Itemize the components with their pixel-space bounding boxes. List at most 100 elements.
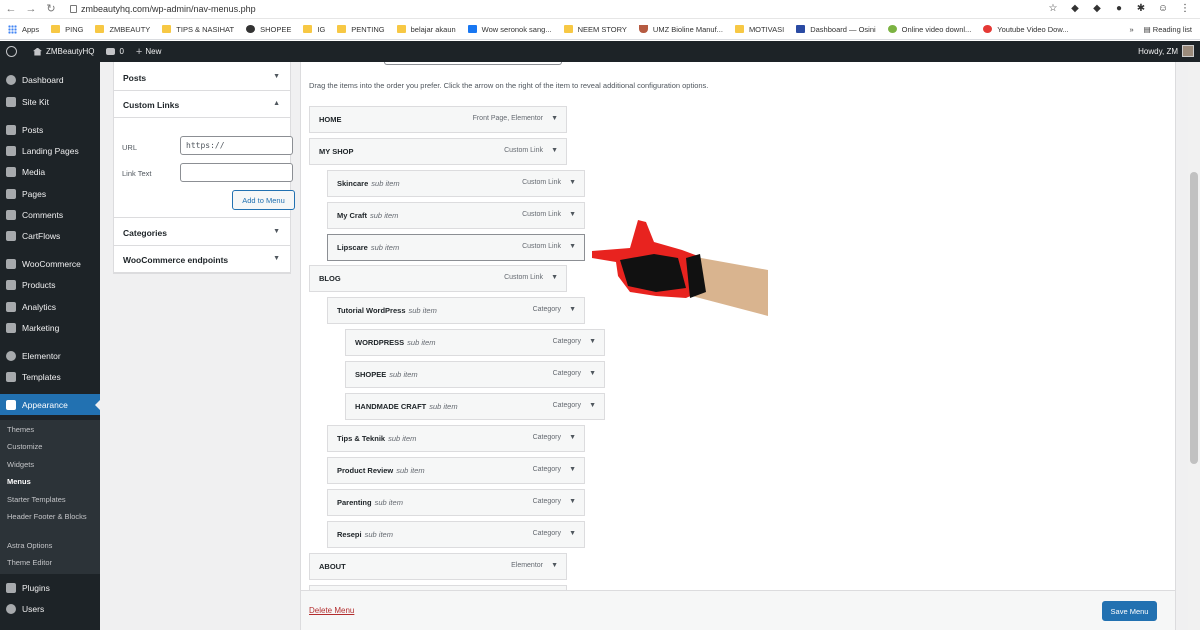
sidebar-item-landing-pages[interactable]: Landing Pages [0, 140, 100, 161]
bookmark-folder[interactable]: IG [303, 25, 325, 34]
puzzle-icon[interactable]: ✱ [1134, 2, 1148, 16]
menu-item-tutorial-wordpress[interactable]: Tutorial WordPress sub item Category ▼ [327, 297, 585, 324]
menu-name-field[interactable] [384, 62, 562, 65]
accordion-custom-links[interactable]: Custom Links ▲ [114, 92, 290, 118]
expand-arrow-icon[interactable]: ▼ [551, 147, 558, 154]
bookmark-folder[interactable]: TIPS & NASIHAT [162, 25, 234, 34]
expand-arrow-icon[interactable]: ▼ [551, 274, 558, 281]
forward-icon[interactable]: → [24, 2, 38, 16]
bookmark-folder[interactable]: belajar akaun [396, 25, 456, 34]
expand-arrow-icon[interactable]: ▼ [569, 498, 576, 505]
sidebar-item-marketing[interactable]: Marketing [0, 317, 100, 338]
save-menu-button[interactable]: Save Menu [1102, 601, 1157, 621]
menu-item-my-shop[interactable]: MY SHOP Custom Link ▼ [309, 138, 567, 165]
menu-item-my-craft[interactable]: My Craft sub item Custom Link ▼ [327, 202, 585, 229]
expand-arrow-icon[interactable]: ▼ [551, 115, 558, 122]
expand-arrow-icon[interactable]: ▼ [569, 179, 576, 186]
kebab-menu-icon[interactable]: ⋮ [1178, 2, 1192, 16]
accordion-posts[interactable]: Posts ▼ [114, 65, 290, 91]
menu-item-shopee[interactable]: SHOPEE sub item Category ▼ [345, 361, 605, 388]
expand-arrow-icon[interactable]: ▼ [589, 370, 596, 377]
menu-item-lipscare[interactable]: Lipscare sub item Custom Link ▼ [327, 234, 585, 261]
facebook-icon[interactable]: ● [1112, 2, 1126, 16]
sidebar-item-plugins[interactable]: Plugins [0, 577, 100, 598]
expand-arrow-icon[interactable]: ▼ [551, 562, 558, 569]
bookmark-item[interactable]: Wow seronok sang... [467, 25, 552, 34]
extension-icon[interactable]: ◆ [1068, 2, 1082, 16]
star-icon[interactable]: ☆ [1046, 2, 1060, 16]
bookmark-item[interactable]: Dashboard — Osini [796, 25, 876, 34]
sidebar-item-posts[interactable]: Posts [0, 119, 100, 140]
sidebar-item-templates[interactable]: Templates [0, 366, 100, 387]
submenu-header-footer-blocks[interactable]: Header Footer & Blocks [7, 512, 95, 522]
menu-item-wordpress[interactable]: WORDPRESS sub item Category ▼ [345, 329, 605, 356]
sidebar-item-users[interactable]: Users [0, 598, 100, 619]
sidebar-item-pages[interactable]: Pages [0, 183, 100, 204]
reading-list-button[interactable]: ▤ Reading list [1144, 25, 1192, 34]
bookmarks-overflow[interactable]: » [1129, 25, 1133, 34]
wp-logo-menu[interactable] [6, 46, 21, 57]
expand-arrow-icon[interactable]: ▼ [589, 338, 596, 345]
sidebar-item-media[interactable]: Media [0, 161, 100, 182]
bookmark-apps[interactable]: Apps [8, 24, 39, 34]
expand-arrow-icon[interactable]: ▼ [569, 211, 576, 218]
expand-arrow-icon[interactable]: ▼ [569, 434, 576, 441]
submenu-theme-editor[interactable]: Theme Editor [7, 558, 95, 568]
expand-arrow-icon[interactable]: ▼ [569, 530, 576, 537]
url-input[interactable] [180, 136, 293, 155]
comments-link[interactable]: 0 [106, 47, 124, 56]
expand-arrow-icon[interactable]: ▼ [589, 402, 596, 409]
new-content-link[interactable]: + New [136, 46, 161, 58]
expand-arrow-icon[interactable]: ▼ [569, 466, 576, 473]
sidebar-item-dashboard[interactable]: Dashboard [0, 69, 100, 90]
menu-item-about[interactable]: ABOUT Elementor ▼ [309, 553, 567, 580]
delete-menu-link[interactable]: Delete Menu [309, 606, 354, 615]
account-menu[interactable]: Howdy, ZM [1138, 45, 1194, 57]
bookmark-folder[interactable]: MOTIVASI [734, 25, 784, 34]
menu-item-handmade-craft[interactable]: HANDMADE CRAFT sub item Category ▼ [345, 393, 605, 420]
menu-item-resepi[interactable]: Resepi sub item Category ▼ [327, 521, 585, 548]
bookmark-item[interactable]: Youtube Video Dow... [983, 25, 1069, 34]
submenu-themes[interactable]: Themes [7, 425, 95, 435]
bookmark-item[interactable]: SHOPEE [246, 25, 291, 34]
submenu-menus[interactable]: Menus [7, 477, 95, 487]
submenu-customize[interactable]: Customize [7, 442, 95, 452]
submenu-starter-templates[interactable]: Starter Templates [7, 495, 95, 505]
bookmark-item[interactable]: UMZ Bioline Manuf... [638, 25, 723, 34]
bookmark-folder[interactable]: PENTING [337, 25, 385, 34]
expand-arrow-icon[interactable]: ▼ [569, 243, 576, 250]
sidebar-item-cartflows[interactable]: CartFlows [0, 225, 100, 246]
bookmark-item[interactable]: Online video downl... [887, 25, 971, 34]
sidebar-item-woocommerce[interactable]: WooCommerce [0, 253, 100, 274]
address-bar[interactable]: zmbeautyhq.com/wp-admin/nav-menus.php [70, 4, 256, 14]
sidebar-item-appearance[interactable]: Appearance [0, 394, 100, 415]
menu-item-blog[interactable]: BLOG Custom Link ▼ [309, 265, 567, 292]
submenu-widgets[interactable]: Widgets [7, 460, 95, 470]
sidebar-item-elementor[interactable]: Elementor [0, 345, 100, 366]
bookmark-folder[interactable]: ZMBEAUTY [95, 25, 150, 34]
sidebar-item-comments[interactable]: Comments [0, 204, 100, 225]
extension-icon[interactable]: ◆ [1090, 2, 1104, 16]
sidebar-item-products[interactable]: Products [0, 274, 100, 295]
link-text-input[interactable] [180, 163, 293, 182]
submenu-astra-options[interactable]: Astra Options [7, 541, 95, 551]
site-name-link[interactable]: ZMBeautyHQ [33, 47, 94, 56]
accordion-woocommerce-endpoints[interactable]: WooCommerce endpoints ▼ [114, 247, 290, 273]
back-icon[interactable]: ← [4, 2, 18, 16]
menu-item-parenting[interactable]: Parenting sub item Category ▼ [327, 489, 585, 516]
bookmark-folder[interactable]: NEEM STORY [563, 25, 627, 34]
reload-icon[interactable]: ↻ [44, 2, 58, 16]
menu-item-home[interactable]: HOME Front Page, Elementor ▼ [309, 106, 567, 133]
page-scrollbar[interactable] [1188, 62, 1200, 630]
expand-arrow-icon[interactable]: ▼ [569, 306, 576, 313]
menu-item-product-review[interactable]: Product Review sub item Category ▼ [327, 457, 585, 484]
add-to-menu-button[interactable]: Add to Menu [232, 190, 295, 210]
profile-avatar-icon[interactable]: ☺ [1156, 2, 1170, 16]
menu-item-skincare[interactable]: Skincare sub item Custom Link ▼ [327, 170, 585, 197]
menu-item-tips-teknik[interactable]: Tips & Teknik sub item Category ▼ [327, 425, 585, 452]
sidebar-item-site-kit[interactable]: Site Kit [0, 91, 100, 112]
accordion-categories[interactable]: Categories ▼ [114, 220, 290, 246]
scrollbar-thumb[interactable] [1190, 172, 1198, 464]
bookmark-folder[interactable]: PING [51, 25, 83, 34]
sidebar-item-analytics[interactable]: Analytics [0, 296, 100, 317]
